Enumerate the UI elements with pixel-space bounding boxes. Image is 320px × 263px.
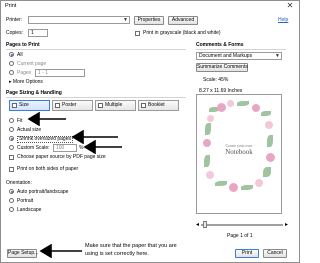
help-link[interactable]: Help [278,17,288,23]
leaf-shape [205,123,211,135]
comments-value: Document and Markups [199,53,253,59]
window-title: Print [5,3,17,9]
option-actual-size-label: Actual size [17,127,42,133]
tab-multiple[interactable]: Multiple [95,100,136,111]
divider [6,49,186,50]
preview-title: Notebook [225,148,253,156]
print-dialog: Print ✕ Printer: ▼ Properties Advanced H… [0,0,300,263]
leaf-shape [237,101,249,106]
custom-scale-value: 100 [56,145,65,151]
option-shrink-label: Shrink oversized pages [17,136,73,143]
page-indicator: Page 1 of 1 [227,233,253,239]
arrow-page-setup-icon [39,244,82,258]
printer-label: Printer: [6,17,23,23]
radio-auto-orientation[interactable] [9,189,14,194]
radio-fit[interactable] [9,118,14,123]
orientation-auto-label: Auto portrait/landscape [17,189,69,195]
tab-size-label: Size [19,102,29,108]
radio-current-page[interactable] [9,61,14,66]
grayscale-checkbox[interactable] [135,31,140,36]
duplex-checkbox[interactable] [9,167,14,172]
title-bar: Print ✕ [1,1,299,11]
flower-shape [252,104,260,112]
tab-poster[interactable]: Poster [52,100,93,111]
comments-select[interactable]: Document and Markups ▼ [196,52,282,60]
flower-shape [229,183,238,192]
divider [6,97,186,98]
option-current-page-label: Current page [17,61,47,67]
size-icon [12,103,17,108]
option-fit-label: Fit [17,118,23,124]
page-preview: Create your own Notebook [196,94,282,214]
flower-shape [207,115,214,122]
radio-portrait[interactable] [9,198,14,203]
multiple-icon [98,103,103,108]
leaf-shape [215,181,227,186]
tab-multiple-label: Multiple [105,102,123,108]
flower-shape [217,103,226,112]
chevron-down-icon: ▼ [275,53,280,59]
next-page-icon[interactable]: ▸ [285,222,288,228]
arrow-fit-icon [27,112,66,126]
pages-to-print-heading: Pages to Print [6,42,40,48]
radio-shrink-oversized[interactable] [9,136,14,141]
leaf-shape [241,185,253,190]
advanced-button[interactable]: Advanced [168,16,198,25]
page-setup-button[interactable]: Page Setup... [7,249,38,258]
copies-label: Copies: [6,30,23,36]
more-options-toggle[interactable]: ▸ More Options [9,79,43,85]
printer-select[interactable]: ▼ [28,16,130,24]
leaf-shape [263,167,271,177]
cancel-button[interactable]: Cancel [263,249,287,258]
leaf-shape [204,155,210,167]
properties-button[interactable]: Properties [134,16,164,25]
orientation-landscape-label: Landscape [17,207,42,213]
divider [196,49,286,50]
flower-shape [227,100,234,107]
print-button[interactable]: Print [235,249,259,258]
page-slider-track[interactable] [201,224,283,226]
duplex-label: Print on both sides of paper [17,166,79,172]
orientation-heading: Orientation: [6,180,32,186]
tab-size[interactable]: Size [9,100,50,111]
pages-range-value: 1 - 1 [38,70,49,76]
note-line-2: using is set correctly here. [85,251,149,257]
leaf-shape [261,111,271,116]
radio-all[interactable] [9,52,14,57]
radio-custom-scale[interactable] [9,145,14,150]
pages-range-input[interactable]: 1 - 1 [35,69,85,77]
page-slider-thumb[interactable] [203,221,207,228]
paper-source-checkbox[interactable] [9,155,14,160]
prev-page-icon[interactable]: ◂ [196,222,199,228]
note-line-1: Make sure that the paper that you are [85,243,177,249]
option-all-label: All [17,52,23,58]
sizing-heading: Page Sizing & Handling [6,90,62,96]
close-icon[interactable]: ✕ [284,1,296,10]
tab-booklet[interactable]: Booklet [138,100,179,111]
option-pages-label: Pages [17,70,32,76]
flower-shape [265,121,273,129]
more-options-label: More Options [12,79,43,85]
chevron-down-icon: ▼ [123,17,128,23]
paper-source-label: Choose paper source by PDF page size [17,154,106,160]
orientation-portrait-label: Portrait [17,198,34,204]
copies-value: 1 [31,30,34,36]
grayscale-label: Print in grayscale (black and white) [143,30,221,36]
tab-poster-label: Poster [62,102,77,108]
copies-input[interactable]: 1 [28,29,48,37]
flower-shape [206,171,214,179]
summarize-comments-button[interactable]: Summarize Comments [196,63,248,72]
arrow-custom-scale-icon [83,140,122,154]
comments-heading: Comments & Forms [196,42,244,48]
radio-pages[interactable] [9,70,14,75]
custom-scale-input[interactable]: 100 [53,144,77,152]
radio-landscape[interactable] [9,207,14,212]
tab-booklet-label: Booklet [148,102,165,108]
booklet-icon [141,103,146,108]
scale-readout: Scale: 45% [203,77,229,83]
flower-shape [255,179,263,187]
radio-actual-size[interactable] [9,127,14,132]
poster-icon [55,103,60,108]
option-custom-scale-label: Custom Scale: [17,145,50,151]
